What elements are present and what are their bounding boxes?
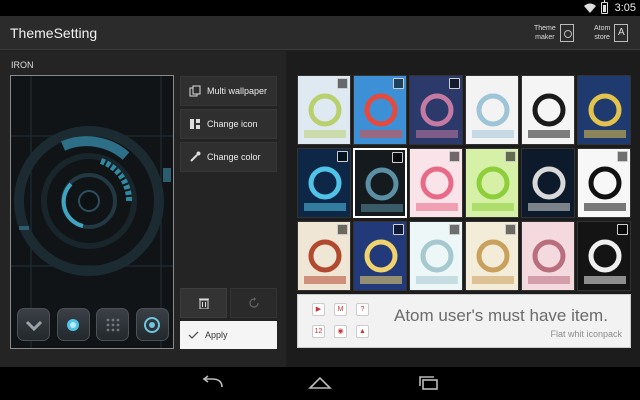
theme-tile-castle[interactable] <box>409 221 463 291</box>
play-icon: ▶ <box>312 303 325 316</box>
home-icon[interactable] <box>307 375 333 391</box>
theme-tile-starry-night[interactable] <box>577 75 631 145</box>
banner-subtitle: Flat whit iconpack <box>550 329 622 339</box>
theme-tile-night-trees[interactable] <box>409 75 463 145</box>
change-color-button[interactable]: Change color <box>180 142 277 172</box>
gallery-icon: ▲ <box>356 325 369 338</box>
theme-tile-girl-balloon[interactable] <box>465 221 519 291</box>
status-bar: 3:05 <box>0 0 640 16</box>
theme-gallery-pane: ▶ M? 12 ◉ ▲ Atom user's must have item. Flat… <box>287 51 640 367</box>
apps-icon <box>96 308 130 341</box>
theme-thumbnail-art <box>528 93 570 138</box>
theme-grid <box>297 75 631 291</box>
theme-thumbnail-art <box>472 93 514 138</box>
iconpack-banner[interactable]: ▶ M? 12 ◉ ▲ Atom user's must have item. Flat… <box>297 294 631 348</box>
maps-icon: ? <box>356 303 369 316</box>
status-clock: 3:05 <box>614 2 636 14</box>
theme-tile-colorful[interactable] <box>353 75 407 145</box>
delete-button[interactable] <box>180 288 227 318</box>
change-icon-label: Change icon <box>207 119 258 129</box>
banner-title: Atom user's must have item. <box>394 306 608 325</box>
eyedropper-icon <box>190 151 201 162</box>
theme-tile-fireworks[interactable] <box>297 148 351 218</box>
change-color-label: Change color <box>207 152 261 162</box>
battery-icon <box>600 0 608 14</box>
reset-button[interactable] <box>230 288 277 318</box>
grid-icon <box>190 119 200 129</box>
camera-icon <box>56 308 90 341</box>
wifi-icon <box>583 3 596 13</box>
theme-tile-moon-boy[interactable] <box>353 221 407 291</box>
app-bar: ThemeSetting Theme maker Atom store A <box>0 16 640 50</box>
recents-icon[interactable] <box>416 375 442 391</box>
phone-icon <box>17 308 50 341</box>
theme-tile-starry-night-text[interactable] <box>521 148 575 218</box>
multi-wallpaper-button[interactable]: Multi wallpaper <box>180 76 277 106</box>
theme-tile-blossom[interactable] <box>409 148 463 218</box>
multi-wallpaper-badge-icon <box>505 224 516 235</box>
theme-tile-headphones-skull[interactable] <box>521 75 575 145</box>
refresh-icon <box>248 297 259 308</box>
browser-icon <box>135 308 169 341</box>
theme-maker-icon <box>559 24 574 42</box>
theme-thumbnail-art <box>584 93 626 138</box>
theme-tile-iron[interactable] <box>353 148 407 218</box>
multi-wallpaper-badge-icon <box>392 152 403 163</box>
trash-icon <box>198 298 209 309</box>
preview-dock <box>17 308 169 342</box>
theme-tile-black-white[interactable] <box>577 148 631 218</box>
multi-wallpaper-badge-icon <box>449 151 460 162</box>
check-icon <box>188 331 199 339</box>
multi-wallpaper-badge-icon <box>505 151 516 162</box>
atom-store-label: Atom store <box>594 25 611 41</box>
theme-maker-button[interactable]: Theme maker <box>534 20 574 46</box>
theme-tile-eiffel[interactable] <box>521 221 575 291</box>
theme-preview-pane: IRON Multi wallpaper Change icon Change … <box>0 51 286 367</box>
theme-tile-dark-mono[interactable] <box>577 221 631 291</box>
theme-maker-label: Theme maker <box>534 25 556 41</box>
theme-name: IRON <box>11 60 34 70</box>
navigation-bar <box>0 367 640 400</box>
change-icon-button[interactable]: Change icon <box>180 109 277 139</box>
gmail-icon: M <box>334 303 347 316</box>
theme-thumbnail-art <box>528 239 570 284</box>
atom-store-button[interactable]: Atom store A <box>594 20 629 46</box>
multi-wallpaper-badge-icon <box>393 78 404 89</box>
theme-tile-town[interactable] <box>297 75 351 145</box>
camera-icon: ◉ <box>334 325 347 338</box>
multi-wallpaper-badge-icon <box>337 151 348 162</box>
theme-setting-screen: 3:05 ThemeSetting Theme maker Atom store… <box>0 0 640 400</box>
multi-wallpaper-badge-icon <box>449 224 460 235</box>
apply-label: Apply <box>205 330 228 340</box>
multi-wallpaper-badge-icon <box>337 224 348 235</box>
apply-button[interactable]: Apply <box>180 321 277 349</box>
multi-wallpaper-badge-icon <box>337 78 348 89</box>
theme-tile-my-little-item[interactable] <box>297 221 351 291</box>
atom-store-icon: A <box>614 24 629 42</box>
multi-wallpaper-badge-icon <box>449 78 460 89</box>
theme-preview <box>10 75 174 349</box>
calendar-icon: 12 <box>312 325 325 338</box>
theme-thumbnail-art <box>528 166 570 211</box>
app-title: ThemeSetting <box>10 25 98 41</box>
multi-wallpaper-label: Multi wallpaper <box>207 86 268 96</box>
back-icon[interactable] <box>200 375 226 391</box>
copy-icon <box>189 85 201 97</box>
multi-wallpaper-badge-icon <box>617 151 628 162</box>
multi-wallpaper-badge-icon <box>393 224 404 235</box>
multi-wallpaper-badge-icon <box>617 224 628 235</box>
theme-tile-spring-tree[interactable] <box>465 148 519 218</box>
theme-tile-white-line[interactable] <box>465 75 519 145</box>
